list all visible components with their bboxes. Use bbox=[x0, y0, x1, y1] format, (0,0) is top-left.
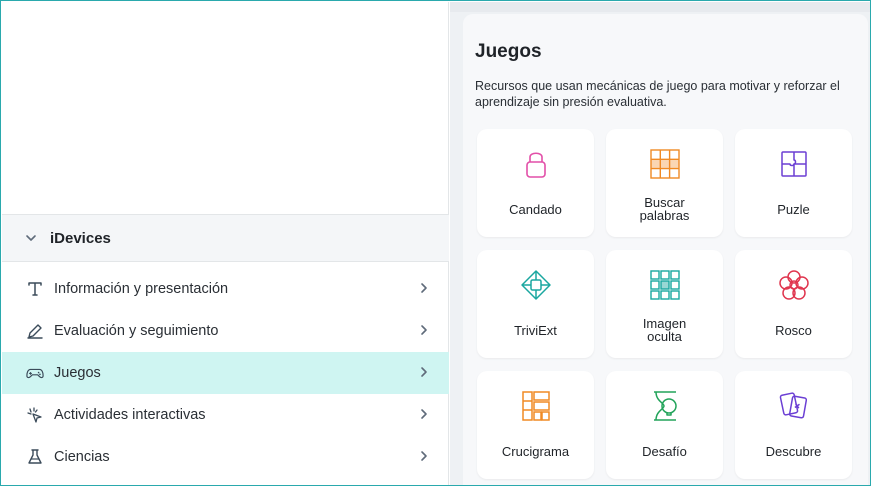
sidebar-item-actividades[interactable]: Actividades interactivas bbox=[2, 394, 449, 436]
chevron-right-icon bbox=[421, 409, 427, 419]
tile-label: Imagen oculta bbox=[642, 316, 687, 344]
text-type-icon bbox=[26, 280, 44, 298]
word-search-icon bbox=[649, 149, 680, 179]
trivia-network-icon bbox=[520, 270, 551, 300]
tile-label: TriviExt bbox=[514, 322, 557, 338]
tile-label: Puzle bbox=[777, 201, 810, 217]
right-panel: Juegos Recursos que usan mecánicas de ju… bbox=[450, 2, 870, 485]
panel-title: Juegos bbox=[475, 41, 542, 62]
hourglass-bulb-icon bbox=[653, 391, 677, 421]
chevron-right-icon bbox=[421, 283, 427, 293]
chevron-down-icon bbox=[26, 235, 36, 241]
sidebar-item-informacion[interactable]: Información y presentación bbox=[2, 268, 449, 310]
cards-icon bbox=[779, 392, 807, 419]
chevron-right-icon bbox=[421, 325, 427, 335]
sidebar-menu: Información y presentación Evaluación y … bbox=[2, 268, 449, 478]
sparkle-pointer-icon bbox=[26, 406, 44, 424]
tile-triviext[interactable]: TriviExt bbox=[477, 250, 594, 358]
chevron-right-icon bbox=[421, 451, 427, 461]
top-strip bbox=[450, 2, 870, 12]
puzzle-icon bbox=[780, 151, 807, 177]
tile-rosco[interactable]: Rosco bbox=[735, 250, 852, 358]
flask-icon bbox=[26, 448, 44, 466]
sidebar-item-juegos[interactable]: Juegos bbox=[2, 352, 449, 394]
sidebar-item-label: Evaluación y seguimiento bbox=[54, 323, 219, 339]
hidden-image-grid-icon bbox=[649, 270, 680, 300]
idevices-section-header[interactable]: iDevices bbox=[2, 214, 449, 262]
sidebar-item-label: Ciencias bbox=[54, 449, 110, 465]
tile-label: Crucigrama bbox=[501, 443, 570, 459]
tile-puzle[interactable]: Puzle bbox=[735, 129, 852, 237]
tile-label: Candado bbox=[509, 201, 562, 217]
padlock-icon bbox=[525, 152, 546, 178]
tile-candado[interactable]: Candado bbox=[477, 129, 594, 237]
sidebar-item-ciencias[interactable]: Ciencias bbox=[2, 436, 449, 478]
tile-buscar-palabras[interactable]: Buscar palabras bbox=[606, 129, 723, 237]
pen-icon bbox=[26, 322, 44, 340]
tile-label: Rosco bbox=[775, 322, 812, 338]
tile-imagen-oculta[interactable]: Imagen oculta bbox=[606, 250, 723, 358]
games-panel: Juegos Recursos que usan mecánicas de ju… bbox=[463, 14, 868, 485]
gamepad-icon bbox=[26, 364, 44, 382]
section-title: iDevices bbox=[50, 229, 111, 247]
sidebar-item-label: Actividades interactivas bbox=[54, 407, 206, 423]
crossword-icon bbox=[521, 391, 550, 421]
tile-label: Descubre bbox=[765, 443, 822, 459]
tile-label: Buscar palabras bbox=[639, 195, 690, 223]
app-frame: iDevices Información y presentación Eval… bbox=[0, 0, 871, 486]
tile-crucigrama[interactable]: Crucigrama bbox=[477, 371, 594, 479]
chevron-right-icon bbox=[421, 367, 427, 377]
flower-ring-icon bbox=[778, 270, 809, 300]
panel-description: Recursos que usan mecánicas de juego par… bbox=[475, 79, 840, 109]
sidebar-item-label: Información y presentación bbox=[54, 281, 229, 297]
tile-descubre[interactable]: Descubre bbox=[735, 371, 852, 479]
sidebar-item-evaluacion[interactable]: Evaluación y seguimiento bbox=[2, 310, 449, 352]
tile-desafio[interactable]: Desafío bbox=[606, 371, 723, 479]
sidebar: iDevices Información y presentación Eval… bbox=[2, 2, 449, 485]
tile-label: Desafío bbox=[642, 443, 687, 459]
sidebar-item-label: Juegos bbox=[54, 365, 101, 381]
